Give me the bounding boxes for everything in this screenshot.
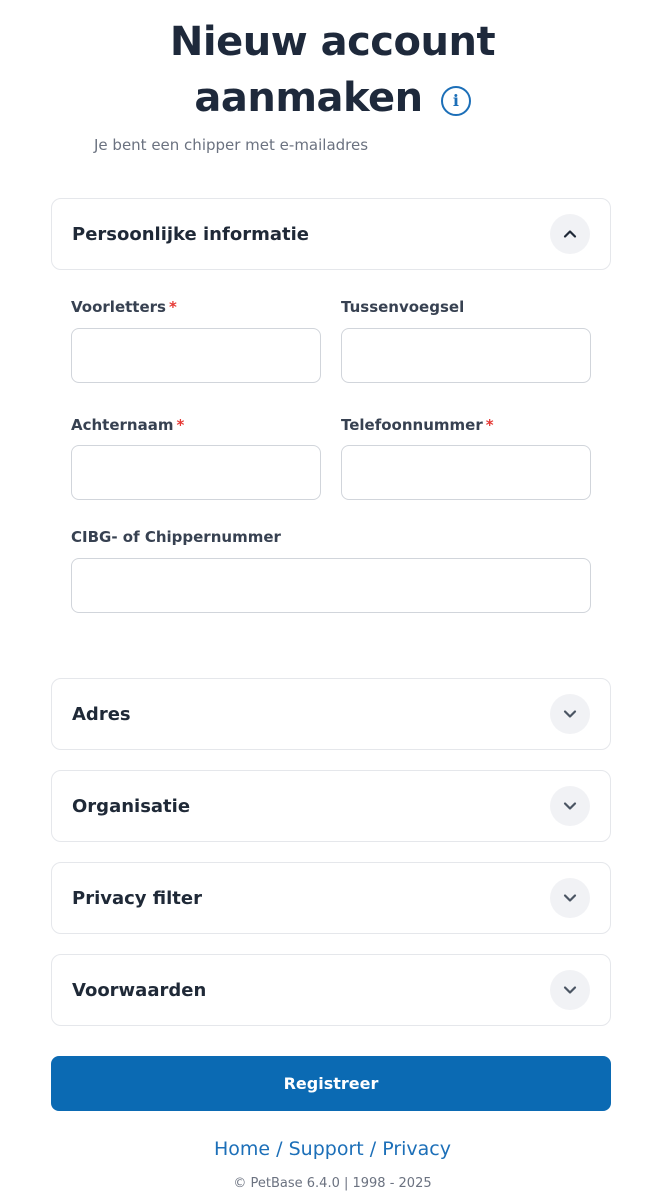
support-link[interactable]: Support (289, 1138, 364, 1160)
initials-label: Voorletters * (71, 298, 177, 316)
cibg-input[interactable] (71, 558, 591, 613)
lastname-label-text: Achternaam (71, 416, 174, 434)
info-icon[interactable]: i (440, 86, 471, 116)
page-title-line1: Nieuw account (169, 19, 496, 65)
section-organisation-title: Organisatie (72, 795, 191, 817)
home-link[interactable]: Home (214, 1138, 270, 1160)
phone-label-text: Telefoonnummer (341, 416, 483, 434)
phone-input[interactable] (341, 445, 591, 500)
section-terms-title: Voorwaarden (72, 979, 207, 1001)
section-personal-info[interactable]: Persoonlijke informatie (51, 198, 611, 270)
page-title: Nieuw account aanmaken i (0, 14, 665, 126)
chevron-down-icon[interactable] (550, 694, 590, 734)
phone-label: Telefoonnummer * (341, 416, 494, 434)
privacy-link[interactable]: Privacy (382, 1138, 451, 1160)
lastname-label: Achternaam * (71, 416, 184, 434)
chevron-down-icon[interactable] (550, 878, 590, 918)
infix-label: Tussenvoegsel (341, 298, 464, 316)
footer-links: Home / Support / Privacy (0, 1138, 665, 1160)
footer-separator: / (369, 1138, 377, 1160)
page-subtitle: Je bent een chipper met e-mailadres (94, 136, 369, 154)
cibg-label: CIBG- of Chippernummer (71, 528, 281, 546)
register-button[interactable]: Registreer (51, 1056, 611, 1111)
cibg-label-text: CIBG- of Chippernummer (71, 528, 281, 546)
initials-label-text: Voorletters (71, 298, 166, 316)
section-privacy-filter[interactable]: Privacy filter (51, 862, 611, 934)
initials-input[interactable] (71, 328, 321, 383)
required-mark: * (485, 416, 494, 434)
copyright-text: © PetBase 6.4.0 | 1998 - 2025 (233, 1176, 432, 1191)
lastname-input[interactable] (71, 445, 321, 500)
page-title-line2-wrap: aanmaken i (194, 70, 471, 126)
infix-label-text: Tussenvoegsel (341, 298, 465, 316)
infix-input[interactable] (341, 328, 591, 383)
section-personal-info-title: Persoonlijke informatie (72, 223, 309, 245)
chevron-down-icon[interactable] (550, 786, 590, 826)
page-title-line2: aanmaken (194, 75, 423, 121)
section-privacy-filter-title: Privacy filter (72, 887, 202, 909)
footer-separator: / (276, 1138, 283, 1160)
section-organisation[interactable]: Organisatie (51, 770, 611, 842)
required-mark: * (168, 298, 177, 316)
chevron-up-icon[interactable] (550, 214, 590, 254)
section-terms[interactable]: Voorwaarden (51, 954, 611, 1026)
section-address-title: Adres (72, 703, 131, 725)
section-address[interactable]: Adres (51, 678, 611, 750)
chevron-down-icon[interactable] (550, 970, 590, 1010)
required-mark: * (176, 416, 185, 434)
